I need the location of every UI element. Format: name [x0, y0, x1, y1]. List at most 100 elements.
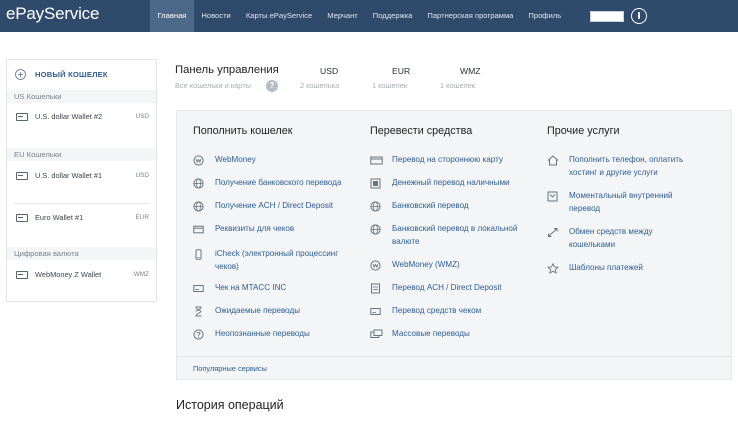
cash-icon — [370, 178, 381, 189]
currency-wmz-count: 1 кошелек — [440, 81, 476, 90]
services-divider — [177, 356, 731, 357]
wallet-item-usd-2[interactable]: U.S. dollar Wallet #2 USD — [7, 110, 156, 126]
service-label-line: Шаблоны платежей — [569, 263, 643, 272]
service-label-line: хостинг и другие услуги — [569, 168, 658, 177]
globe-icon — [370, 224, 381, 235]
service-label: Обмен средств между кошельками — [569, 225, 653, 251]
wallet-divider — [14, 203, 149, 204]
nav-item-profile[interactable]: Профиль — [521, 0, 569, 32]
wallet-icon — [16, 113, 28, 121]
service-label-line: Чек на MTACC INC — [215, 283, 287, 292]
webmoney-icon — [370, 260, 381, 271]
service-label-line: iCheck (электронный процессинг — [215, 249, 339, 258]
card-transfer-icon — [370, 155, 383, 165]
service-label: WebMoney — [215, 153, 256, 166]
service-label-line: Реквизиты для чеков — [215, 224, 295, 233]
service-label-line: Получение банковского перевода — [215, 178, 342, 187]
question-icon — [193, 329, 204, 340]
wallet-group-header-digital: Цифровая валюта — [7, 247, 156, 260]
document-icon — [370, 283, 381, 294]
app-logo[interactable]: ePayService — [6, 4, 99, 24]
page-subtitle: Все кошельки и карты — [175, 81, 251, 90]
service-label: Перевод средств чеком — [392, 304, 481, 317]
globe-icon — [193, 201, 204, 212]
service-label: Перевод на стороннюю карту — [392, 153, 503, 166]
service-label-line: WebMoney — [215, 155, 256, 164]
check-icon — [193, 283, 204, 293]
wallet-item-usd-1[interactable]: U.S. dollar Wallet #1 USD — [7, 169, 156, 185]
wallet-currency: USD — [135, 172, 150, 179]
home-icon — [547, 155, 559, 166]
nav-item-news[interactable]: Новости — [194, 0, 238, 32]
card-icon — [193, 224, 204, 234]
wallet-icon — [16, 271, 28, 279]
wallet-currency: WMZ — [133, 271, 149, 278]
service-label: Денежный перевод наличными — [392, 176, 510, 189]
currency-eur[interactable]: EUR — [392, 66, 410, 76]
service-label-line: чеков) — [215, 262, 239, 271]
star-icon — [547, 263, 559, 274]
power-icon[interactable] — [631, 8, 647, 24]
bulk-icon — [370, 329, 383, 339]
icheck-icon — [193, 249, 204, 260]
service-label: Перевод ACH / Direct Deposit — [392, 281, 502, 294]
currency-wmz[interactable]: WMZ — [460, 66, 481, 76]
service-label: Получение банковского перевода — [215, 176, 341, 189]
wallet-item-wmz[interactable]: WebMoney Z Wallet WMZ — [7, 268, 156, 284]
service-label: Моментальный внутренний перевод — [569, 189, 673, 215]
service-label-line: Банковский перевод — [392, 201, 469, 210]
service-label-line: WebMoney (WMZ) — [392, 260, 460, 269]
wallet-group-header-eu: EU Кошельки — [7, 148, 156, 161]
service-label-line: Перевод ACH / Direct Deposit — [392, 283, 502, 292]
popular-services-link[interactable]: Популярные сервисы — [193, 364, 267, 373]
service-label-line: валюте — [392, 237, 420, 246]
wallet-name: U.S. dollar Wallet #2 — [35, 112, 103, 121]
service-label: Ожидаемые переводы — [215, 304, 300, 317]
history-title: История операций — [176, 398, 284, 412]
nav-item-cards[interactable]: Карты ePayService — [238, 0, 319, 32]
wallet-name: Euro Wallet #1 — [35, 213, 84, 222]
help-icon[interactable]: ? — [266, 80, 278, 92]
service-label: Шаблоны платежей — [569, 261, 643, 274]
service-label-line: Перевод на стороннюю карту — [392, 155, 503, 164]
service-label: Пополнить телефон, оплатить хостинг и дру… — [569, 153, 683, 179]
wallet-currency: EUR — [135, 214, 150, 221]
nav-item-merchant[interactable]: Мерчант — [320, 0, 366, 32]
nav-item-home[interactable]: Главная — [150, 0, 194, 32]
nav-item-partner-program[interactable]: Партнерская программа — [420, 0, 521, 32]
service-label: Получение ACH / Direct Deposit — [215, 199, 333, 212]
wallet-currency: USD — [135, 113, 150, 120]
column-title-transfer: Перевести средства — [370, 125, 473, 137]
service-label-line: Денежный перевод наличными — [392, 178, 510, 187]
service-label-line: кошельками — [569, 240, 616, 249]
wallet-item-eur-1[interactable]: Euro Wallet #1 EUR — [7, 211, 156, 227]
top-navigation-bar: ePayService Главная Новости Карты ePaySe… — [0, 0, 738, 32]
service-label: WebMoney (WMZ) — [392, 258, 460, 271]
wallet-group-header-us: US Кошельки — [7, 90, 156, 103]
wallets-sidebar: НОВЫЙ КОШЕЛЕК US Кошельки U.S. dollar Wa… — [6, 59, 157, 302]
service-label-line: Получение ACH / Direct Deposit — [215, 201, 334, 210]
service-label: Чек на MTACC INC — [215, 281, 286, 294]
service-label: Массовые переводы — [392, 327, 470, 340]
webmoney-icon — [193, 155, 204, 166]
service-label-line: Ожидаемые переводы — [215, 306, 301, 315]
service-label-line: Банковский перевод в локальной — [392, 224, 518, 233]
internal-transfer-icon — [547, 191, 558, 202]
service-label: Банковский перевод — [392, 199, 469, 212]
service-label-line: Перевод средств чеком — [392, 306, 482, 315]
wallet-icon — [16, 214, 28, 222]
nav-search-input[interactable] — [590, 11, 624, 22]
currency-usd[interactable]: USD — [320, 66, 338, 76]
nav-item-support[interactable]: Поддержка — [365, 0, 420, 32]
currency-usd-count: 2 кошелька — [300, 81, 340, 90]
column-title-other: Прочие услуги — [547, 125, 620, 137]
wallet-name: U.S. dollar Wallet #1 — [35, 171, 103, 180]
service-label-line: Обмен средств между — [569, 227, 653, 236]
exchange-icon — [547, 227, 558, 237]
service-label-line: перевод — [569, 204, 601, 213]
wallet-name: WebMoney Z Wallet — [35, 270, 102, 279]
new-wallet-button[interactable]: НОВЫЙ КОШЕЛЕК — [15, 68, 108, 80]
currency-eur-count: 1 кошелек — [372, 81, 408, 90]
column-title-topup: Пополнить кошелек — [193, 125, 293, 137]
plus-circle-icon — [15, 68, 26, 80]
